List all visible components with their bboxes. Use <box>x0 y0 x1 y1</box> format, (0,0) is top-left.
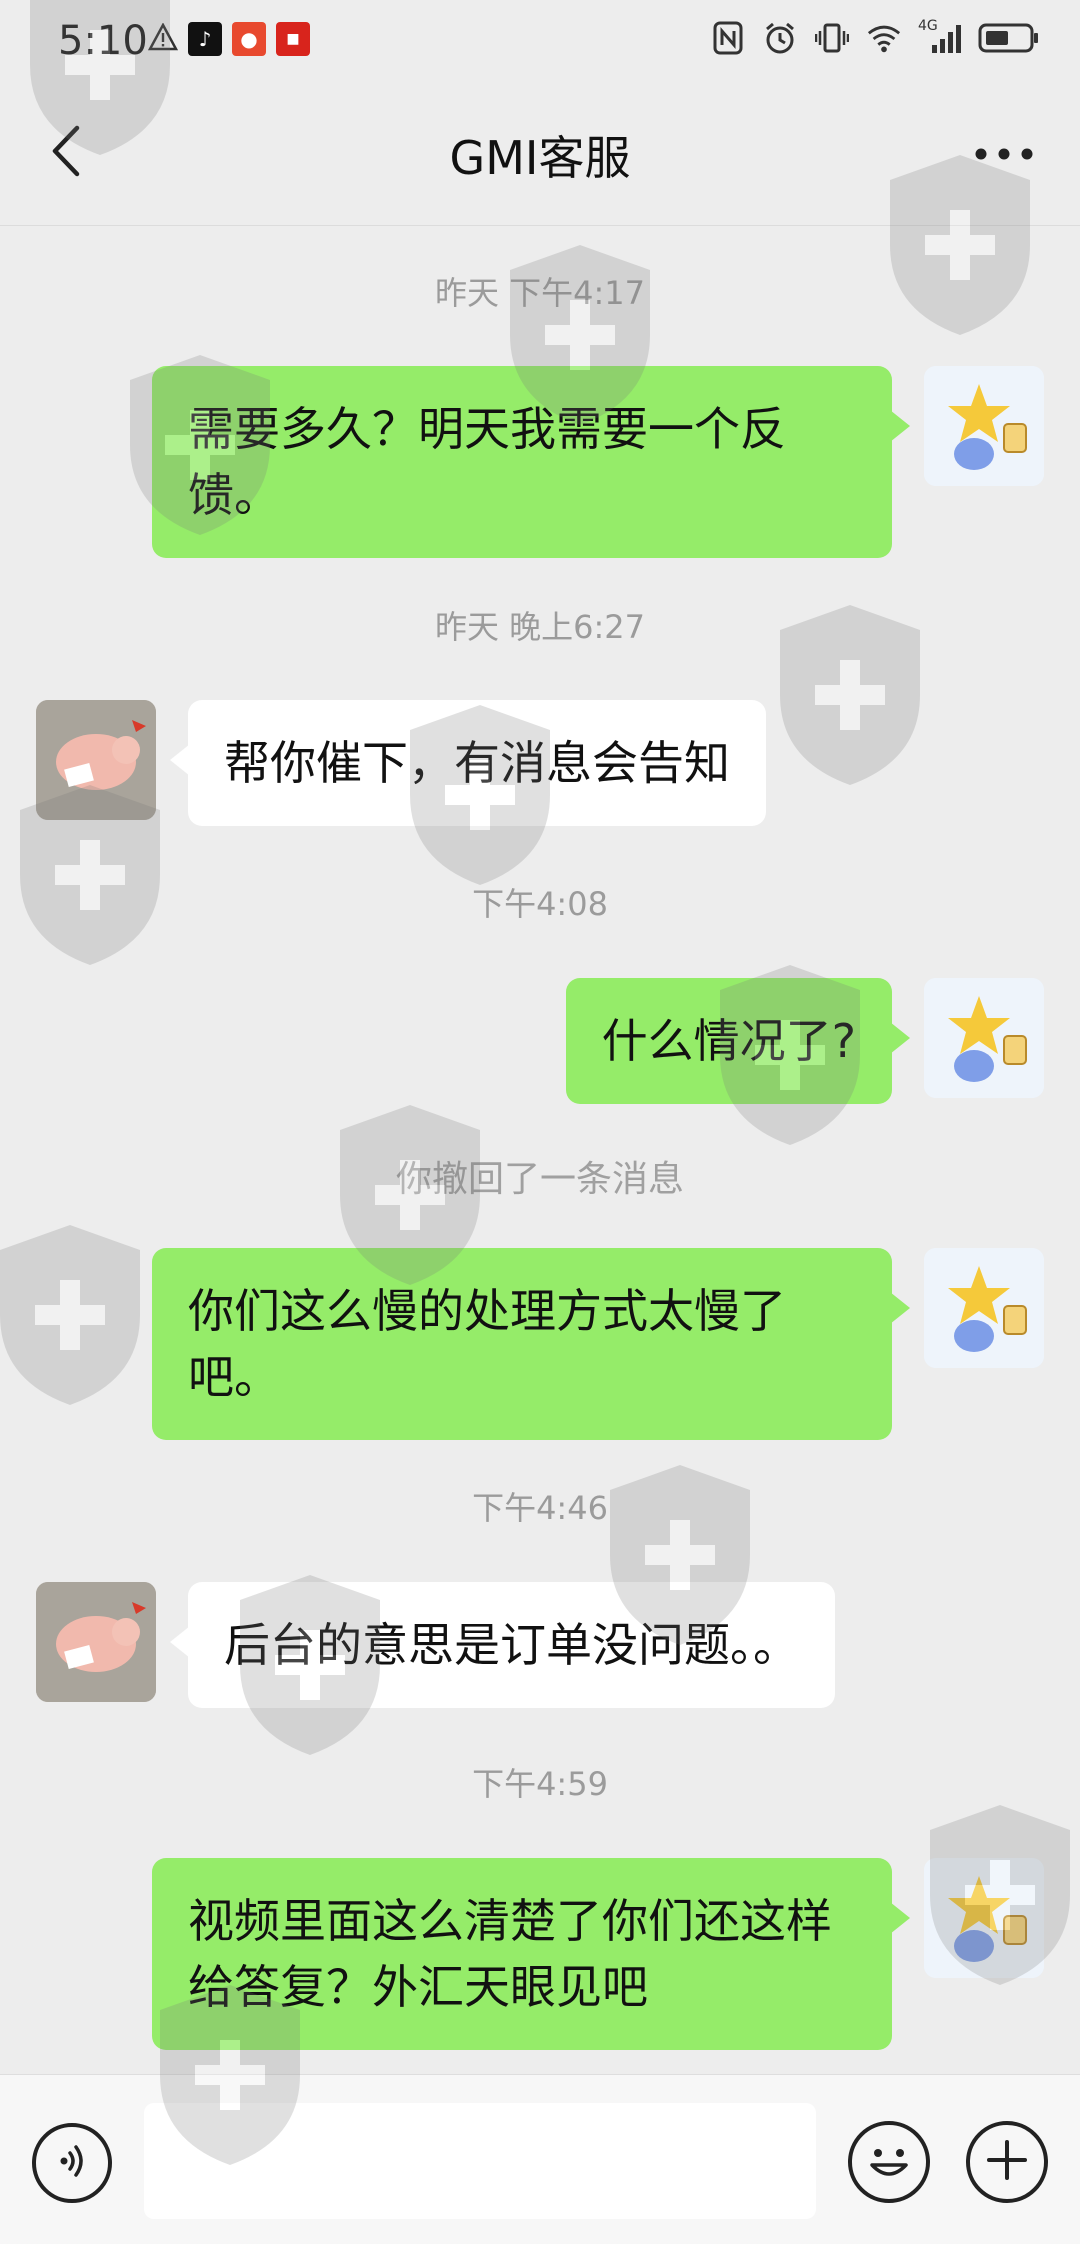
message-row: 视频里面这么清楚了你们还这样给答复？外汇天眼见吧 <box>0 1858 1080 2050</box>
tiktok-icon: ♪ <box>188 22 222 56</box>
star-character-icon <box>924 1858 1044 1978</box>
my-avatar[interactable] <box>924 978 1044 1098</box>
message-input[interactable] <box>144 2103 816 2219</box>
signal-4g-icon: 4G <box>918 18 962 56</box>
time-separator: 下午4:08 <box>472 885 608 923</box>
status-left-icons: ♪ ● ■ <box>147 22 310 56</box>
nav-bar: GMI客服 <box>0 80 1080 226</box>
plus-button[interactable] <box>966 2121 1048 2203</box>
more-dots-icon <box>975 145 1033 164</box>
voice-button[interactable] <box>32 2123 112 2203</box>
time-separator: 下午4:59 <box>472 1765 608 1803</box>
my-message-bubble[interactable]: 什么情况了? <box>565 978 911 1104</box>
chat-screen: 5:10 ♪ ● ■ 4G GMI客服 昨天 下午4:17 需要多久？明天我需要… <box>0 0 1080 2244</box>
my-message-bubble[interactable]: 视频里面这么清楚了你们还这样给答复？外汇天眼见吧 <box>152 1858 910 2050</box>
star-character-icon <box>924 366 1044 486</box>
voice-icon <box>52 2141 92 2185</box>
message-row: 什么情况了? <box>0 978 1080 1104</box>
battery-icon <box>978 20 1040 56</box>
time-separator: 昨天 下午4:17 <box>434 274 646 312</box>
alarm-icon <box>762 20 798 56</box>
news-icon: ■ <box>276 22 310 56</box>
star-character-icon <box>924 978 1044 1098</box>
pig-figure-icon <box>36 700 156 820</box>
message-row: 后台的意思是订单没问题。。 <box>0 1582 1080 1708</box>
emoji-icon <box>852 2149 926 2203</box>
nfc-icon <box>710 20 746 56</box>
message-row: 帮你催下，有消息会告知 <box>0 700 1080 826</box>
message-row: 需要多久？明天我需要一个反馈。 <box>0 366 1080 558</box>
contact-message-bubble[interactable]: 帮你催下，有消息会告知 <box>170 700 766 826</box>
recall-notice: 你撤回了一条消息 <box>395 1159 684 1200</box>
pig-figure-icon <box>36 1582 156 1702</box>
my-message-bubble[interactable]: 需要多久？明天我需要一个反馈。 <box>152 366 910 558</box>
more-button[interactable] <box>964 124 1044 184</box>
app-icon: ● <box>232 22 266 56</box>
plus-icon <box>985 2138 1029 2186</box>
warning-icon <box>147 22 179 55</box>
status-time: 5:10 <box>58 18 148 64</box>
contact-avatar[interactable] <box>36 1582 156 1702</box>
time-separator: 昨天 晚上6:27 <box>434 608 646 646</box>
page-title: GMI客服 <box>449 131 631 185</box>
time-separator: 下午4:46 <box>472 1489 608 1527</box>
contact-avatar[interactable] <box>36 700 156 820</box>
my-avatar[interactable] <box>924 1248 1044 1368</box>
my-message-bubble[interactable]: 你们这么慢的处理方式太慢了吧。 <box>152 1248 910 1440</box>
message-row: 你们这么慢的处理方式太慢了吧。 <box>0 1248 1080 1440</box>
vibrate-icon <box>814 20 850 56</box>
status-bar: 5:10 ♪ ● ■ 4G <box>0 0 1080 80</box>
star-character-icon <box>924 1248 1044 1368</box>
my-avatar[interactable] <box>924 366 1044 486</box>
network-type-label: 4G <box>918 18 938 34</box>
message-list[interactable]: 昨天 下午4:17 需要多久？明天我需要一个反馈。 昨天 晚上6:27 帮你催下… <box>0 226 1080 2074</box>
wifi-icon <box>866 20 902 56</box>
my-avatar[interactable] <box>924 1858 1044 1978</box>
contact-message-bubble[interactable]: 后台的意思是订单没问题。。 <box>170 1582 835 1708</box>
emoji-button[interactable] <box>848 2121 930 2203</box>
input-bar <box>0 2074 1080 2244</box>
status-right-icons: 4G <box>710 18 1040 56</box>
